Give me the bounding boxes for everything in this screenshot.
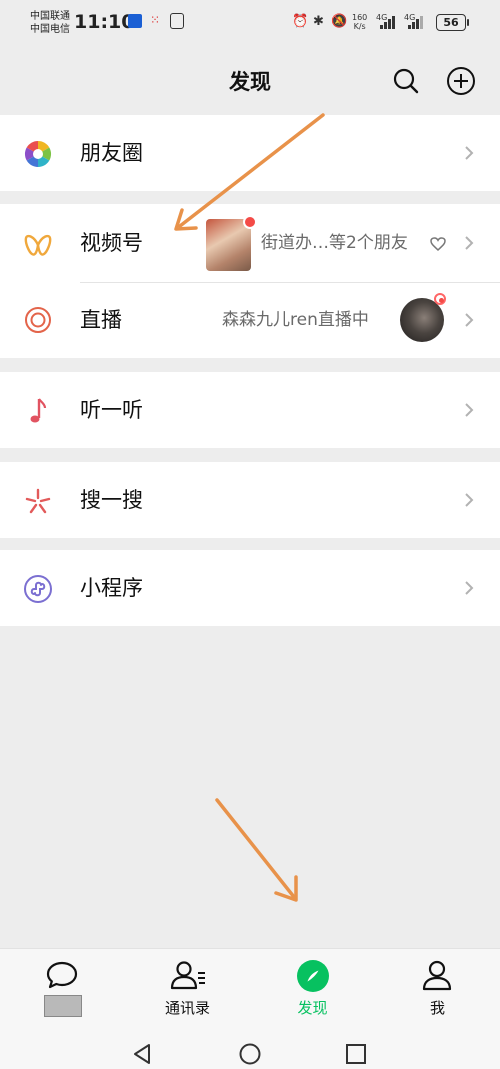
network-speed: 160 K/s bbox=[352, 13, 368, 31]
arrow-to-discover-tab bbox=[215, 798, 298, 902]
search-button[interactable] bbox=[391, 66, 421, 96]
tab-discover-label: 发现 bbox=[297, 999, 328, 1017]
moments-aperture-icon bbox=[24, 140, 52, 168]
redaction-box bbox=[44, 995, 82, 1017]
signal-1-bars-icon bbox=[378, 15, 398, 29]
nfc-icon bbox=[170, 13, 184, 29]
music-note-icon bbox=[30, 398, 47, 423]
chevron-right-icon bbox=[465, 236, 474, 250]
bottom-tab-bar: 通讯录 发现 我 bbox=[0, 948, 500, 1027]
tab-me-label: 我 bbox=[429, 999, 445, 1017]
app-notification-icon bbox=[128, 14, 142, 28]
back-triangle-icon[interactable] bbox=[131, 1042, 155, 1066]
mini-programs-item[interactable]: 小程序 bbox=[0, 550, 500, 626]
bluetooth-icon: ✱ bbox=[313, 14, 324, 29]
clock: 11:10 bbox=[74, 11, 135, 33]
tab-contacts-label: 通讯录 bbox=[164, 999, 210, 1017]
chat-bubble-icon bbox=[46, 961, 78, 989]
search-item[interactable]: 搜一搜 bbox=[0, 462, 500, 538]
status-bar: 中国联通 中国电信 11:10 ⁙ ⏰ ✱ 🔕 160 K/s 4G 4G 56 bbox=[0, 0, 500, 46]
listen-label: 听一听 bbox=[80, 398, 143, 422]
listen-section: 听一听 bbox=[0, 372, 500, 448]
moments-section: 朋友圈 bbox=[0, 115, 500, 191]
search-label: 搜一搜 bbox=[80, 488, 143, 512]
moments-item[interactable]: 朋友圈 bbox=[0, 115, 500, 191]
channels-friends-text: 街道办…等2个朋友 bbox=[261, 233, 408, 253]
chevron-right-icon bbox=[465, 313, 474, 327]
system-navigation-bar bbox=[0, 1026, 500, 1069]
live-target-icon bbox=[25, 307, 51, 333]
chevron-right-icon bbox=[465, 403, 474, 417]
chevron-right-icon bbox=[465, 581, 474, 595]
moments-label: 朋友圈 bbox=[80, 141, 143, 165]
chevron-right-icon bbox=[465, 493, 474, 507]
app-notification-icon-2: ⁙ bbox=[150, 13, 161, 27]
tab-chats[interactable] bbox=[0, 949, 125, 1027]
mini-programs-label: 小程序 bbox=[80, 576, 143, 600]
listen-item[interactable]: 听一听 bbox=[0, 372, 500, 448]
heart-icon bbox=[430, 237, 446, 252]
tab-contacts[interactable]: 通讯录 bbox=[125, 949, 250, 1027]
person-icon bbox=[422, 960, 452, 991]
channels-red-dot-badge bbox=[243, 215, 257, 229]
carrier-2: 中国电信 bbox=[30, 24, 70, 35]
plus-circle-icon bbox=[447, 67, 475, 95]
carrier-names: 中国联通 中国电信 bbox=[30, 10, 70, 36]
tab-me[interactable]: 我 bbox=[375, 949, 500, 1027]
battery-indicator: 56 bbox=[436, 14, 469, 31]
search-sparkle-icon bbox=[25, 488, 51, 514]
carrier-1: 中国联通 bbox=[30, 11, 70, 22]
add-button[interactable] bbox=[446, 66, 476, 96]
compass-icon bbox=[297, 960, 329, 992]
search-icon bbox=[393, 68, 419, 94]
channels-label: 视频号 bbox=[80, 231, 143, 255]
live-label: 直播 bbox=[80, 308, 122, 332]
mini-programs-icon bbox=[24, 575, 52, 603]
page-title: 发现 bbox=[229, 70, 271, 94]
recents-square-icon[interactable] bbox=[344, 1042, 368, 1066]
channels-item[interactable]: 视频号 街道办…等2个朋友 bbox=[0, 204, 500, 282]
alarm-icon: ⏰ bbox=[292, 14, 309, 29]
search-section: 搜一搜 bbox=[0, 462, 500, 538]
chevron-right-icon bbox=[465, 146, 474, 160]
contacts-icon bbox=[170, 961, 205, 990]
mini-programs-section: 小程序 bbox=[0, 550, 500, 626]
live-streamer-text: 森森九儿ren直播中 bbox=[222, 310, 369, 330]
tab-discover[interactable]: 发现 bbox=[250, 949, 375, 1027]
live-indicator-dot bbox=[439, 298, 444, 303]
home-circle-icon[interactable] bbox=[238, 1042, 262, 1066]
signal-2-bars-icon bbox=[406, 15, 426, 29]
mute-icon: 🔕 bbox=[331, 14, 348, 29]
channels-butterfly-icon bbox=[24, 234, 52, 256]
